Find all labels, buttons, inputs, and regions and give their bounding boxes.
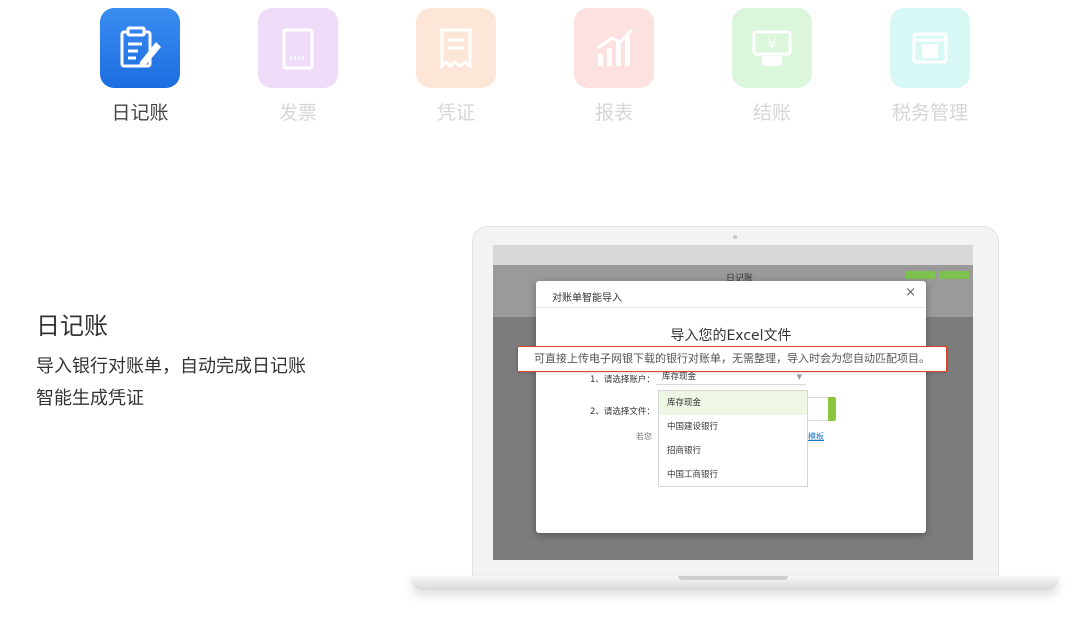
dialog-title: 对账单智能导入 (552, 293, 622, 304)
close-icon[interactable]: × (905, 285, 916, 300)
report-chart-icon (574, 8, 654, 88)
feature-nav: 日记账 发票 凭证 报表 ¥ 结账 税务管理 (0, 0, 1090, 130)
dropdown-option[interactable]: 中国建设银行 (659, 415, 807, 439)
nav-label: 发票 (278, 102, 317, 124)
svg-text:¥: ¥ (768, 37, 777, 53)
laptop-notch (678, 576, 788, 580)
nav-label: 凭证 (436, 102, 475, 124)
feature-description: 日记账 导入银行对账单，自动完成日记账 智能生成凭证 (36, 306, 396, 415)
dropdown-option[interactable]: 中国工商银行 (659, 463, 807, 487)
template-download-link[interactable]: 模板 (808, 431, 824, 442)
camera-dot (733, 235, 737, 239)
app-green-button (939, 271, 969, 279)
dropdown-option[interactable]: 招商银行 (659, 439, 807, 463)
nav-item-settle[interactable]: ¥ 结账 (722, 8, 822, 125)
nav-item-voucher[interactable]: 凭证 (406, 8, 506, 125)
nav-label: 税务管理 (891, 102, 968, 124)
laptop-base (410, 576, 1060, 590)
dialog-heading: 导入您的Excel文件 (670, 328, 792, 344)
file-label: 2、请选择文件： (590, 407, 655, 417)
settle-cash-icon: ¥ (732, 8, 812, 88)
invoice-icon (258, 8, 338, 88)
laptop-mockup: 日记账 对账单智能导入 × 导入您的Excel文件 1、请选择账户： 库存现金 … (410, 226, 1060, 616)
nav-item-tax[interactable]: 税务管理 (880, 8, 980, 125)
feature-line: 导入银行对账单，自动完成日记账 (36, 356, 306, 377)
app-top-bar (493, 245, 973, 265)
feature-line: 智能生成凭证 (36, 388, 144, 409)
choose-file-button[interactable] (828, 397, 836, 421)
dialog-divider (536, 307, 926, 308)
import-dialog: 对账单智能导入 × 导入您的Excel文件 1、请选择账户： 库存现金 ▼ 2、… (536, 281, 926, 533)
nav-label: 结账 (752, 102, 791, 124)
nav-item-invoice[interactable]: 发票 (248, 8, 348, 125)
nav-item-report[interactable]: 报表 (564, 8, 664, 125)
laptop-screen: 日记账 对账单智能导入 × 导入您的Excel文件 1、请选择账户： 库存现金 … (493, 245, 973, 560)
feature-title: 日记账 (36, 312, 108, 340)
nav-item-journal[interactable]: 日记账 (90, 8, 190, 125)
file-input[interactable] (806, 397, 828, 421)
nav-label: 日记账 (111, 102, 169, 124)
account-select-value: 库存现金 (662, 372, 697, 382)
journal-edit-icon (100, 8, 180, 88)
tax-icon (890, 8, 970, 88)
template-hint: 若您 (636, 432, 652, 441)
account-dropdown: 库存现金 中国建设银行 招商银行 中国工商银行 (658, 390, 808, 487)
import-tip-callout: 可直接上传电子网银下载的银行对账单，无需整理，导入时会为您自动匹配项目。 (517, 346, 947, 372)
account-label: 1、请选择账户： (590, 375, 655, 385)
dropdown-option[interactable]: 库存现金 (659, 391, 807, 415)
app-green-button (905, 271, 935, 279)
nav-label: 报表 (594, 102, 633, 124)
voucher-icon (416, 8, 496, 88)
